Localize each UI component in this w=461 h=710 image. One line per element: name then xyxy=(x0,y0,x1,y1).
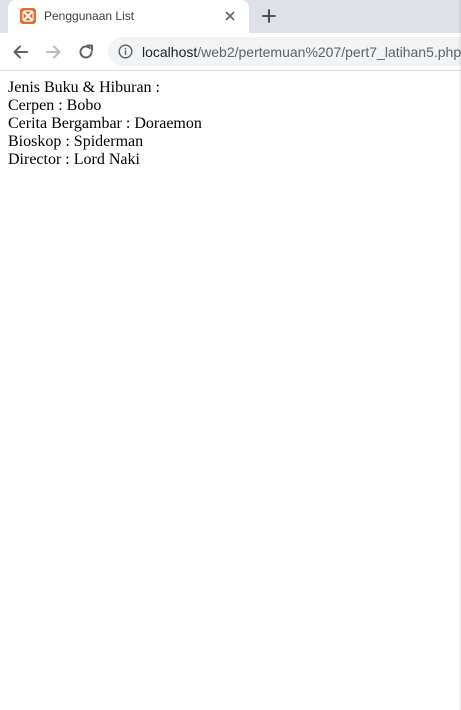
plus-icon[interactable] xyxy=(260,7,278,25)
list-item: Cerita Bergambar : Doraemon xyxy=(8,115,202,132)
info-icon[interactable] xyxy=(118,44,133,59)
url-path: /web2/pertemuan%207/pert7_latihan5.php xyxy=(197,44,461,60)
page-content: Jenis Buku & Hiburan : Cerpen : Bobo Cer… xyxy=(8,79,202,169)
address-bar[interactable]: localhost/web2/pertemuan%207/pert7_latih… xyxy=(108,37,461,66)
browser-tab[interactable]: Penggunaan List xyxy=(8,0,249,33)
page-heading: Jenis Buku & Hiburan : xyxy=(8,79,160,96)
url-text: localhost/web2/pertemuan%207/pert7_latih… xyxy=(142,44,461,60)
list-item: Bioskop : Spiderman xyxy=(8,133,144,150)
tab-title: Penggunaan List xyxy=(44,9,135,23)
browser-toolbar: localhost/web2/pertemuan%207/pert7_latih… xyxy=(0,33,461,71)
list-item: Cerpen : Bobo xyxy=(8,97,102,114)
page-viewport: Jenis Buku & Hiburan : Cerpen : Bobo Cer… xyxy=(0,71,461,710)
tab-strip: Penggunaan List xyxy=(0,0,461,33)
back-arrow-icon[interactable] xyxy=(11,42,31,62)
xampp-icon xyxy=(20,8,36,24)
forward-arrow-icon[interactable] xyxy=(43,42,63,62)
reload-icon[interactable] xyxy=(76,42,96,62)
list-item: Director : Lord Naki xyxy=(8,151,140,168)
url-host: localhost xyxy=(142,44,198,60)
close-tab-icon[interactable] xyxy=(222,8,238,24)
